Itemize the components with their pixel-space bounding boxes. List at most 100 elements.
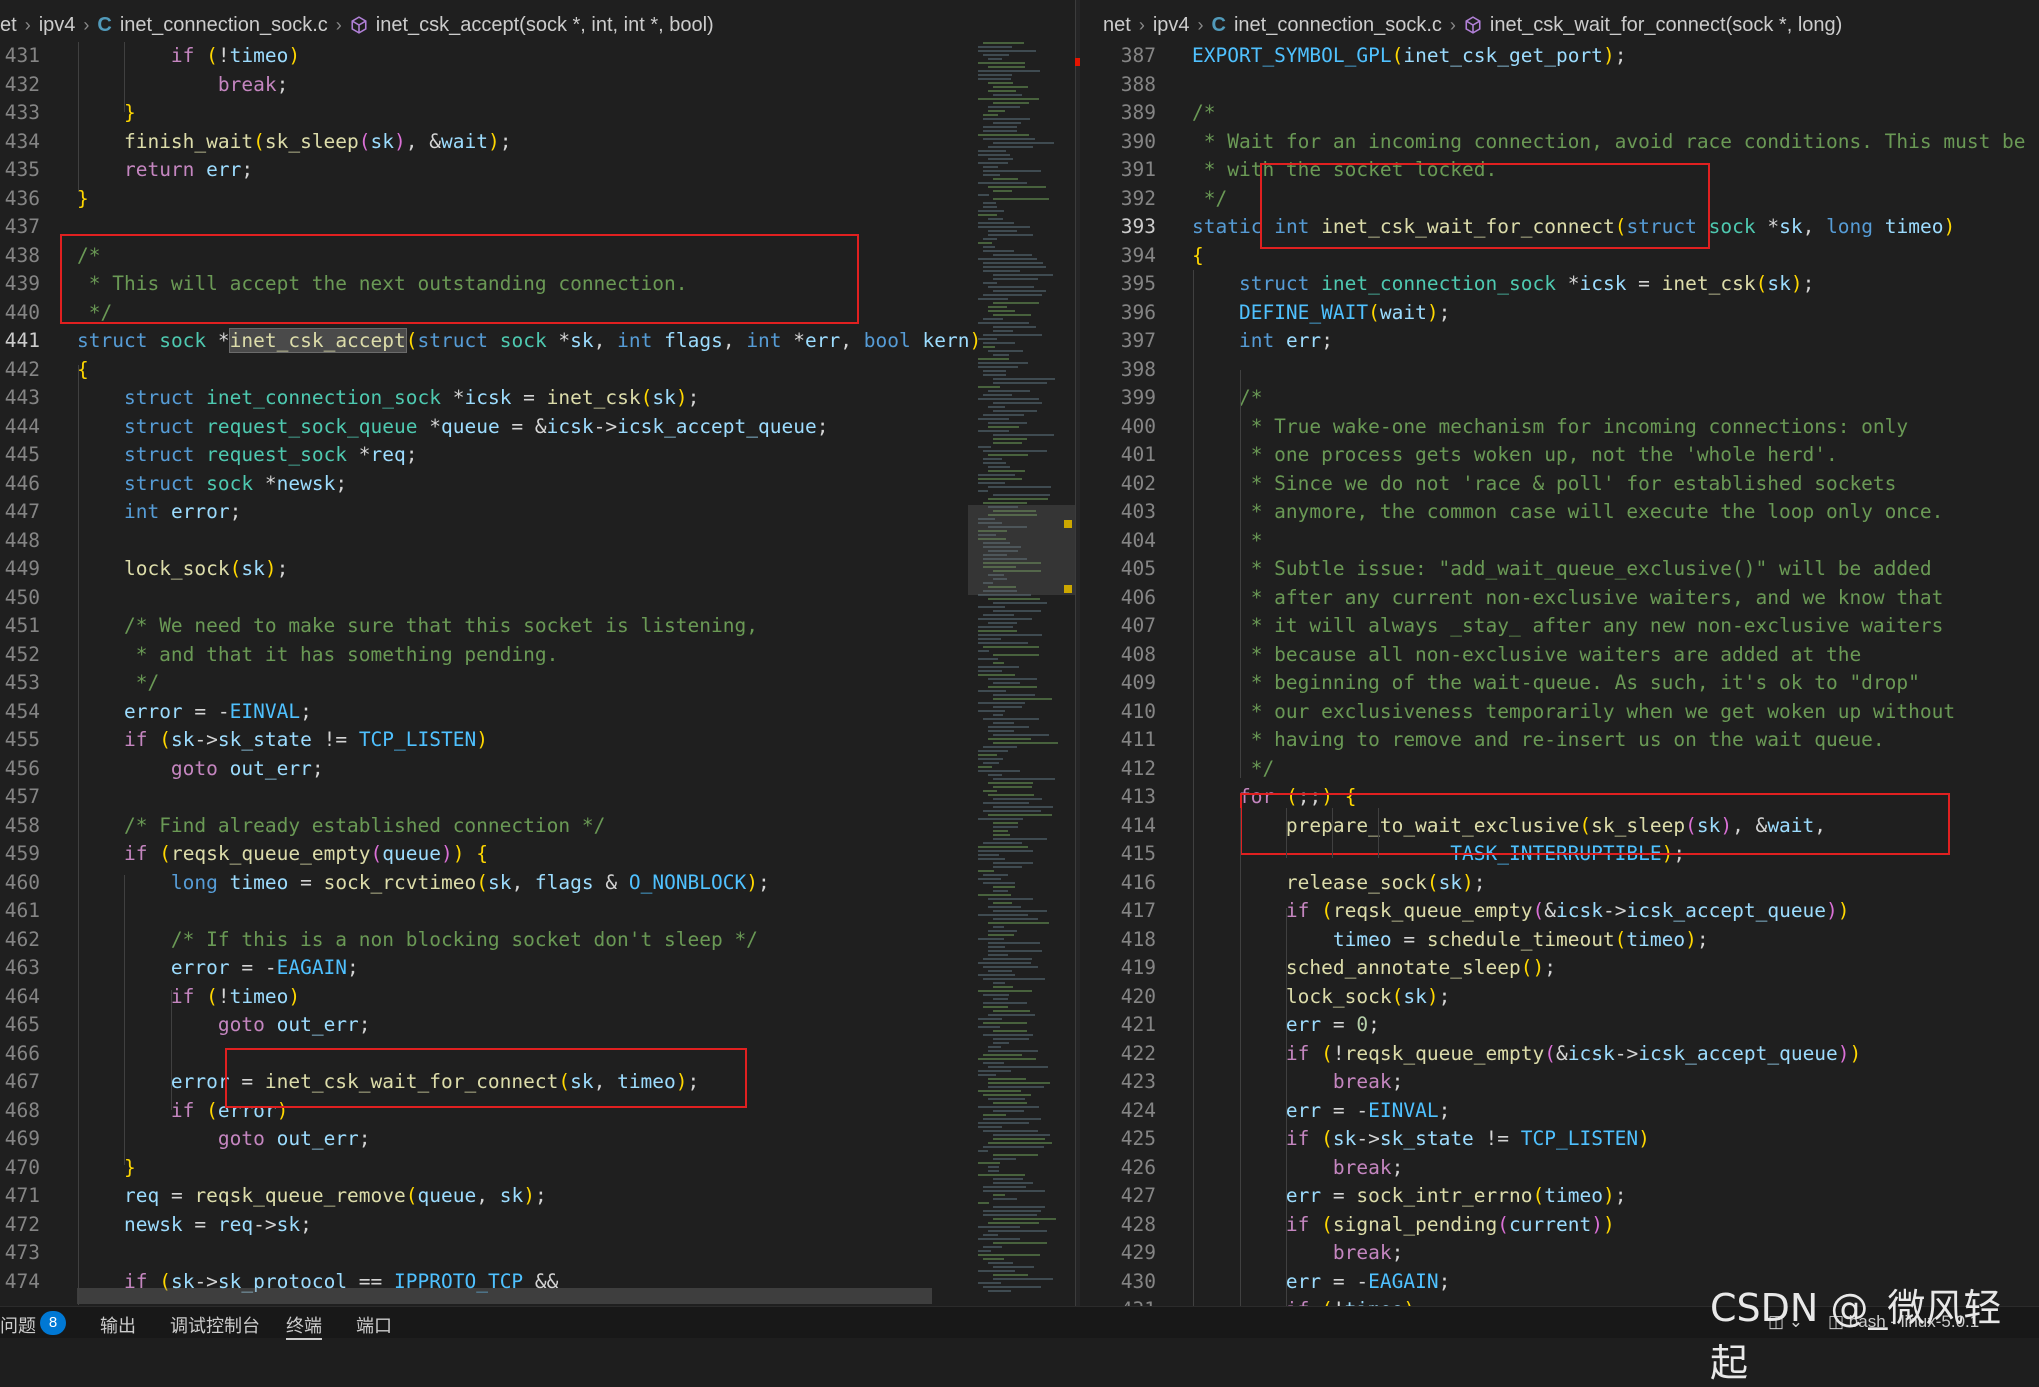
code-line[interactable]: 420 lock_sock(sk); [1080, 983, 2039, 1012]
code-line[interactable]: 450 [0, 584, 1075, 613]
code-line[interactable]: 403 * anymore, the common case will exec… [1080, 498, 2039, 527]
breadcrumb-file[interactable]: inet_connection_sock.c [1234, 14, 1442, 37]
code-line[interactable]: 444 struct request_sock_queue *queue = &… [0, 413, 1075, 442]
code-text[interactable]: { [1192, 242, 1204, 271]
code-line[interactable]: 398 [1080, 356, 2039, 385]
code-text[interactable]: break; [1192, 1068, 1403, 1097]
code-line[interactable]: 448 [0, 527, 1075, 556]
code-line[interactable]: 397 int err; [1080, 327, 2039, 356]
code-text[interactable]: * after any current non-exclusive waiter… [1192, 584, 1944, 613]
code-line[interactable]: 456 goto out_err; [0, 755, 1075, 784]
code-line[interactable]: 454 error = -EINVAL; [0, 698, 1075, 727]
code-text[interactable]: * one process gets woken up, not the 'wh… [1192, 441, 1838, 470]
code-line[interactable]: 443 struct inet_connection_sock *icsk = … [0, 384, 1075, 413]
code-text[interactable]: */ [1192, 755, 1275, 784]
code-text[interactable]: break; [1192, 1239, 1403, 1268]
code-text[interactable]: if (error) [77, 1097, 288, 1126]
code-line[interactable]: 452 * and that it has something pending. [0, 641, 1075, 670]
breadcrumb-file[interactable]: inet_connection_sock.c [120, 14, 328, 37]
code-text[interactable]: long timeo = sock_rcvtimeo(sk, flags & O… [77, 869, 770, 898]
code-line[interactable]: 401 * one process gets woken up, not the… [1080, 441, 2039, 470]
code-text[interactable]: lock_sock(sk); [77, 555, 288, 584]
code-text[interactable]: err = sock_intr_errno(timeo); [1192, 1182, 1627, 1211]
code-line[interactable]: 411 * having to remove and re-insert us … [1080, 726, 2039, 755]
code-text[interactable]: * This will accept the next outstanding … [77, 270, 688, 299]
code-text[interactable]: struct inet_connection_sock *icsk = inet… [1192, 270, 1814, 299]
code-line[interactable]: 405 * Subtle issue: "add_wait_queue_excl… [1080, 555, 2039, 584]
code-line[interactable]: 394 { [1080, 242, 2039, 271]
code-line[interactable]: 410 * our exclusiveness temporarily when… [1080, 698, 2039, 727]
code-line[interactable]: 466 [0, 1040, 1075, 1069]
code-line[interactable]: 447 int error; [0, 498, 1075, 527]
code-line[interactable]: 461 [0, 897, 1075, 926]
code-text[interactable]: */ [1192, 185, 1228, 214]
code-text[interactable]: error = -EAGAIN; [77, 954, 359, 983]
code-line[interactable]: 413 for (;;) { [1080, 783, 2039, 812]
code-line[interactable]: 462 /* If this is a non blocking socket … [0, 926, 1075, 955]
code-text[interactable]: if (signal_pending(current)) [1192, 1211, 1615, 1240]
code-line[interactable]: 460 long timeo = sock_rcvtimeo(sk, flags… [0, 869, 1075, 898]
code-line[interactable]: 423 break; [1080, 1068, 2039, 1097]
code-line[interactable]: 439 * This will accept the next outstand… [0, 270, 1075, 299]
code-text[interactable]: lock_sock(sk); [1192, 983, 1450, 1012]
code-text[interactable]: /* Find already established connection *… [77, 812, 605, 841]
right-editor-pane[interactable]: net › ipv4 › C inet_connection_sock.c › … [1080, 0, 2039, 1306]
code-line[interactable]: 399 /* [1080, 384, 2039, 413]
code-text[interactable]: req = reqsk_queue_remove(queue, sk); [77, 1182, 547, 1211]
code-line[interactable]: 458 /* Find already established connecti… [0, 812, 1075, 841]
code-line[interactable]: 416 release_sock(sk); [1080, 869, 2039, 898]
code-line[interactable]: 409 * beginning of the wait-queue. As su… [1080, 669, 2039, 698]
code-text[interactable]: EXPORT_SYMBOL_GPL(inet_csk_get_port); [1192, 42, 1626, 71]
code-text[interactable]: finish_wait(sk_sleep(sk), &wait); [77, 128, 512, 157]
code-line[interactable]: 442{ [0, 356, 1075, 385]
code-line[interactable]: 472 newsk = req->sk; [0, 1211, 1075, 1240]
code-text[interactable]: DEFINE_WAIT(wait); [1192, 299, 1450, 328]
code-text[interactable]: * True wake-one mechanism for incoming c… [1192, 413, 1908, 442]
code-text[interactable]: * Wait for an incoming connection, avoid… [1192, 128, 2039, 157]
code-text[interactable]: * anymore, the common case will execute … [1192, 498, 1944, 527]
code-line[interactable]: 451 /* We need to make sure that this so… [0, 612, 1075, 641]
code-text[interactable]: struct sock *newsk; [77, 470, 347, 499]
code-line[interactable]: 441 struct sock *inet_csk_accept(struct s… [0, 327, 1075, 356]
code-text[interactable]: if (sk->sk_state != TCP_LISTEN) [1192, 1125, 1650, 1154]
code-line[interactable]: 425 if (sk->sk_state != TCP_LISTEN) [1080, 1125, 2039, 1154]
code-text[interactable]: * with the socket locked. [1192, 156, 1498, 185]
code-text[interactable]: * Subtle issue: "add_wait_queue_exclusiv… [1192, 555, 1932, 584]
code-line[interactable]: 417 if (reqsk_queue_empty(&icsk->icsk_ac… [1080, 897, 2039, 926]
code-text[interactable]: /* If this is a non blocking socket don'… [77, 926, 758, 955]
code-line[interactable]: 426 break; [1080, 1154, 2039, 1183]
code-text[interactable]: if (!reqsk_queue_empty(&icsk->icsk_accep… [1192, 1040, 1861, 1069]
code-line[interactable]: 388 [1080, 71, 2039, 100]
code-line[interactable]: 431 if (!timeo) [0, 42, 1075, 71]
minimap[interactable] [978, 42, 1058, 1306]
code-text[interactable]: } [77, 1154, 136, 1183]
breadcrumb-folder-ipv4[interactable]: ipv4 [39, 14, 76, 37]
code-line[interactable]: 453 */ [0, 669, 1075, 698]
code-text[interactable]: */ [77, 669, 160, 698]
tab-problems[interactable]: 问题 [0, 1312, 36, 1338]
code-text[interactable]: * [1192, 527, 1263, 556]
code-text[interactable]: if (reqsk_queue_empty(queue)) { [77, 840, 488, 869]
code-line[interactable]: 404 * [1080, 527, 2039, 556]
code-text[interactable]: * Since we do not 'race & poll' for esta… [1192, 470, 1897, 499]
code-line[interactable]: 464 if (!timeo) [0, 983, 1075, 1012]
code-line[interactable]: 392 */ [1080, 185, 2039, 214]
code-text[interactable]: struct inet_connection_sock *icsk = inet… [77, 384, 699, 413]
left-editor-pane[interactable]: et › ipv4 › C inet_connection_sock.c › i… [0, 0, 1075, 1306]
code-text[interactable]: * and that it has something pending. [77, 641, 559, 670]
code-text[interactable]: break; [77, 71, 288, 100]
code-text[interactable]: release_sock(sk); [1192, 869, 1486, 898]
code-text[interactable]: * because all non-exclusive waiters are … [1192, 641, 1862, 670]
code-text[interactable]: return err; [77, 156, 253, 185]
code-line[interactable]: 438 /* [0, 242, 1075, 271]
code-line[interactable]: 433 } [0, 99, 1075, 128]
code-line[interactable]: 424 err = -EINVAL; [1080, 1097, 2039, 1126]
code-line[interactable]: 402 * Since we do not 'race & poll' for … [1080, 470, 2039, 499]
code-line[interactable]: 421 err = 0; [1080, 1011, 2039, 1040]
breadcrumb-symbol[interactable]: inet_csk_accept(sock *, int, int *, bool… [376, 14, 714, 37]
code-line[interactable]: 407 * it will always _stay_ after any ne… [1080, 612, 2039, 641]
code-text[interactable]: /* [1192, 99, 1215, 128]
code-text[interactable]: int error; [77, 498, 241, 527]
code-line[interactable]: 391 * with the socket locked. [1080, 156, 2039, 185]
code-line[interactable]: 473 [0, 1239, 1075, 1268]
